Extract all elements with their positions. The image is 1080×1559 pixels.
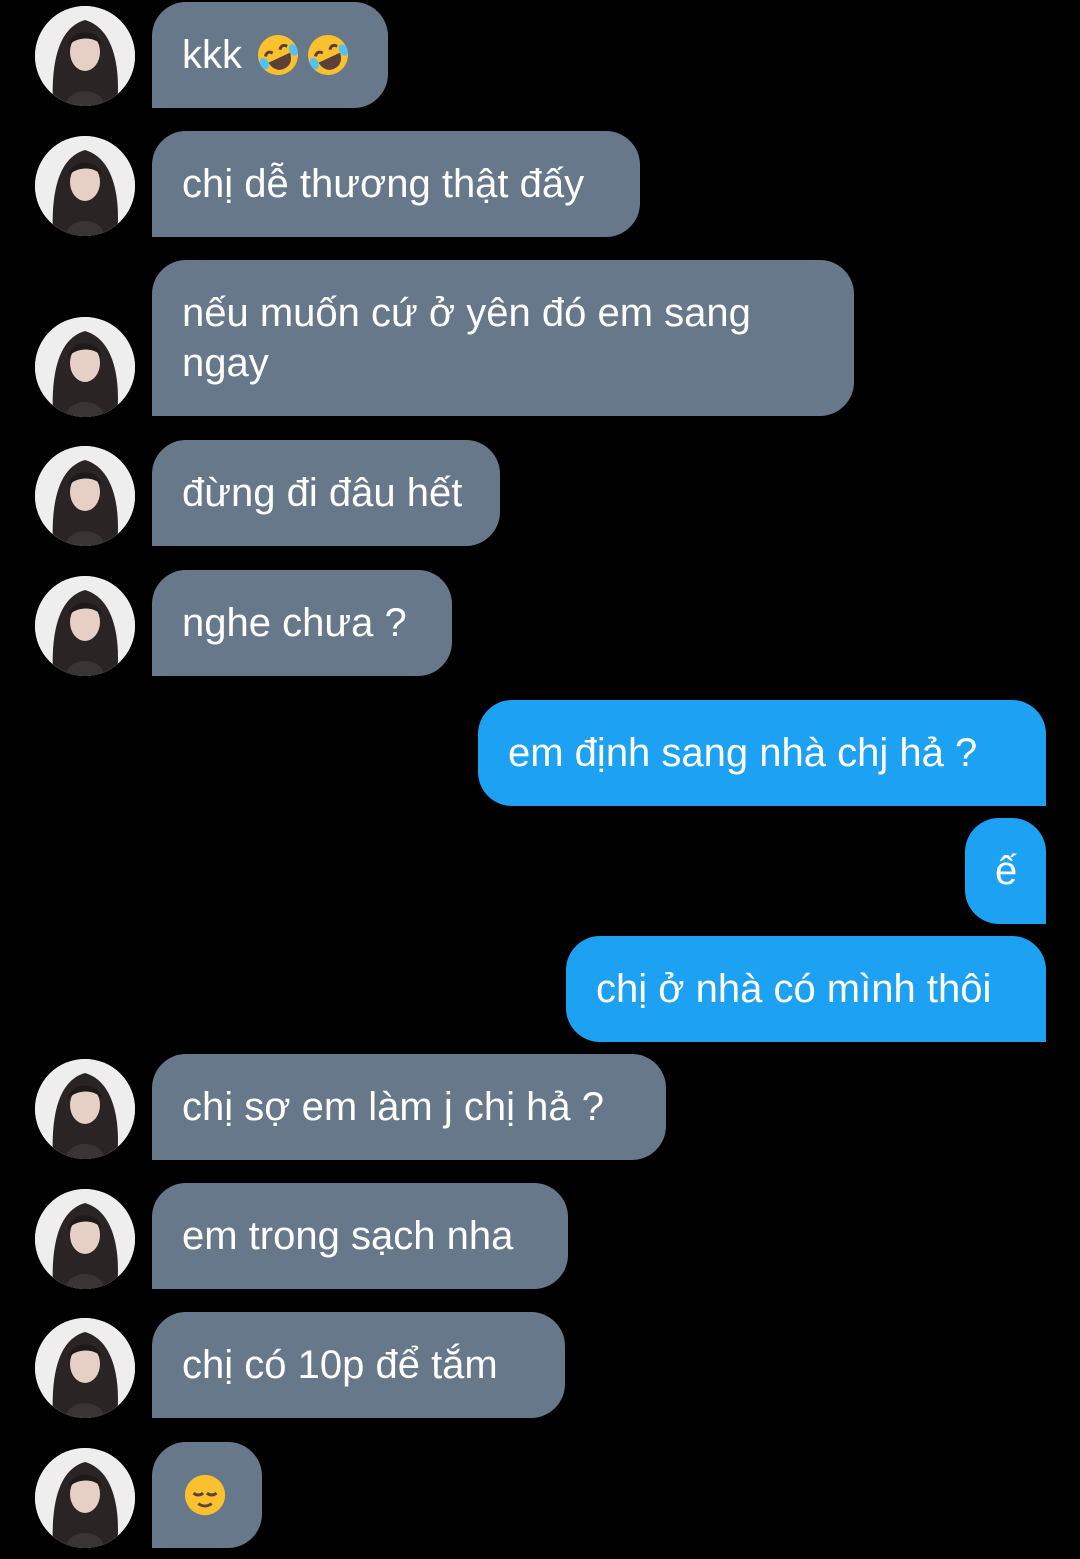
relieved-face-icon [184,1474,226,1516]
message-text: ế [995,849,1018,893]
message-bubble-incoming[interactable] [152,1442,262,1548]
message-text: chị ở nhà có mình thôi [596,967,992,1011]
message-bubble-incoming[interactable]: chị dễ thương thật đấy [152,131,640,237]
message-bubble-incoming[interactable]: nếu muốn cứ ở yên đó em sang ngay [152,260,854,416]
avatar[interactable] [35,1189,135,1289]
message-text: nghe chưa ? [182,601,407,645]
avatar[interactable] [35,136,135,236]
avatar[interactable] [35,446,135,546]
profile-photo-icon [35,1189,135,1289]
message-bubble-incoming[interactable]: nghe chưa ? [152,570,452,676]
message-text: chị dễ thương thật đấy [182,162,585,206]
avatar[interactable] [35,576,135,676]
message-text: nếu muốn cứ ở yên đó em sang ngay [182,291,751,385]
message-bubble-incoming[interactable]: đừng đi đâu hết [152,440,500,546]
message-text: chị có 10p để tắm [182,1343,498,1387]
rolling-on-floor-laughing-icon [258,35,298,75]
profile-photo-icon [35,317,135,417]
profile-photo-icon [35,446,135,546]
message-bubble-outgoing[interactable]: chị ở nhà có mình thôi [566,936,1046,1042]
message-text: em trong sạch nha [182,1214,514,1258]
message-bubble-incoming[interactable]: chị sợ em làm j chị hả ? [152,1054,666,1160]
profile-photo-icon [35,136,135,236]
message-thread: kkk chị dễ thương thật đấy nếu muốn cứ ở… [0,0,1080,1559]
profile-photo-icon [35,576,135,676]
message-bubble-outgoing[interactable]: ế [965,818,1046,924]
profile-photo-icon [35,1059,135,1159]
avatar[interactable] [35,317,135,417]
profile-photo-icon [35,6,135,106]
avatar[interactable] [35,1059,135,1159]
message-text: chị sợ em làm j chị hả ? [182,1085,604,1129]
profile-photo-icon [35,1448,135,1548]
message-text: em định sang nhà chj hả ? [508,731,978,775]
avatar[interactable] [35,1448,135,1548]
message-bubble-incoming[interactable]: em trong sạch nha [152,1183,568,1289]
avatar[interactable] [35,6,135,106]
message-text: kkk [182,33,242,77]
message-bubble-incoming[interactable]: chị có 10p để tắm [152,1312,565,1418]
rolling-on-floor-laughing-icon [308,35,348,75]
avatar[interactable] [35,1318,135,1418]
message-text: đừng đi đâu hết [182,471,463,515]
profile-photo-icon [35,1318,135,1418]
message-bubble-incoming[interactable]: kkk [152,2,388,108]
message-bubble-outgoing[interactable]: em định sang nhà chj hả ? [478,700,1046,806]
